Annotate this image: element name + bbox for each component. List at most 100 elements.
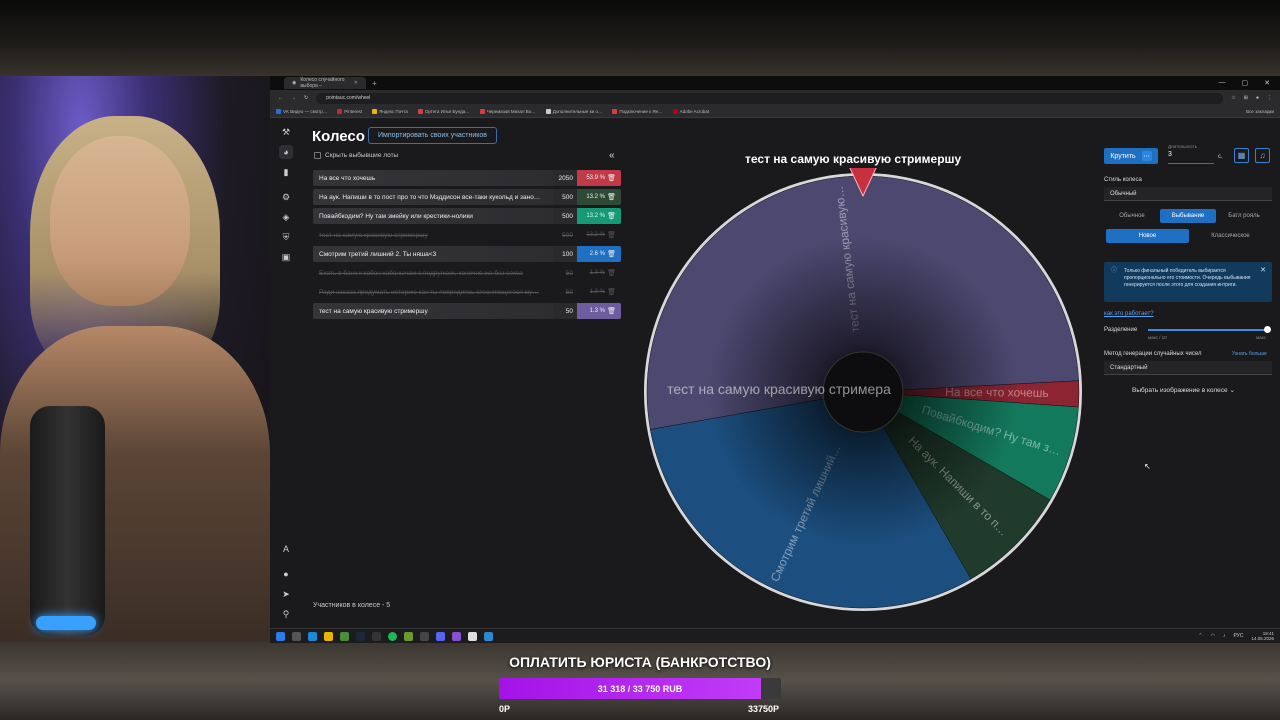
- forward-icon[interactable]: →: [291, 95, 296, 101]
- music-icon[interactable]: ♫: [1255, 148, 1270, 163]
- app-icon[interactable]: [372, 631, 381, 641]
- info-alert: ⓘ Только финальный победитель выбирается…: [1104, 262, 1272, 302]
- browser-tab[interactable]: ◉ Колесо случайного выбора – ✕: [284, 77, 366, 89]
- history-icon[interactable]: ▣: [279, 250, 293, 264]
- bookmark[interactable]: Дополнительные ки о…: [545, 109, 602, 114]
- extensions-icon[interactable]: ⊞: [1244, 95, 1248, 101]
- wifi-icon[interactable]: ◠: [1211, 633, 1215, 639]
- layers-icon[interactable]: ◈: [279, 210, 293, 224]
- yandex-icon[interactable]: [468, 631, 477, 641]
- github-icon[interactable]: ●: [279, 567, 293, 581]
- lot-row[interactable]: Смотрим третий лишний 2. Ты няша<3 100 2.6…: [313, 246, 621, 262]
- translate-icon[interactable]: A: [279, 542, 293, 556]
- obs-icon[interactable]: [420, 631, 429, 641]
- bookmark[interactable]: Подключение к Ян…: [612, 109, 663, 114]
- lot-row[interactable]: Ради заказа продумать историю как ты пов…: [313, 284, 621, 300]
- all-bookmarks-label: Все закладки: [1246, 109, 1274, 114]
- user-icon[interactable]: ⚲: [279, 607, 293, 621]
- app-icon[interactable]: [404, 631, 413, 641]
- lot-list: На все что хочешь 2050 53.9 % 🗑 На аук. Напи…: [313, 170, 621, 322]
- shield-icon[interactable]: ⛨: [279, 230, 293, 244]
- close-tab-icon[interactable]: ✕: [354, 80, 358, 86]
- delete-icon[interactable]: 🗑: [607, 269, 616, 277]
- wheel-icon[interactable]: ◕: [279, 145, 293, 159]
- start-icon[interactable]: [276, 631, 285, 641]
- delete-icon[interactable]: 🗑: [607, 307, 616, 315]
- mode-normal[interactable]: Обычное: [1104, 209, 1160, 223]
- all-bookmarks[interactable]: Все закладки: [1246, 109, 1274, 114]
- submode-new[interactable]: Новое: [1106, 229, 1189, 243]
- hide-eliminated-label: Скрыть выбывшие лоты: [325, 152, 399, 159]
- submode-classic[interactable]: Классическое: [1189, 229, 1272, 243]
- delete-icon[interactable]: 🗑: [607, 193, 616, 201]
- minimize-icon[interactable]: —: [1219, 79, 1226, 87]
- explorer-icon[interactable]: [324, 631, 333, 641]
- lot-row[interactable]: Ехать в банк к кабан кабанычам с подругк…: [313, 265, 621, 281]
- task-view-icon[interactable]: [292, 631, 301, 641]
- donation-goal-progress: 31 318 / 33 750 RUB: [597, 683, 683, 694]
- spin-button[interactable]: Крутить ⋯: [1104, 148, 1158, 164]
- wheel-image-dropdown[interactable]: Выбрать изображение в колесе ⌄: [1132, 386, 1235, 394]
- split-slider[interactable]: [1148, 326, 1271, 333]
- discord-icon[interactable]: [436, 631, 445, 641]
- chrome-icon[interactable]: [340, 631, 349, 641]
- bookmark[interactable]: Яндекс Почта: [371, 109, 408, 114]
- app-icon[interactable]: [452, 631, 461, 641]
- delete-icon[interactable]: 🗑: [607, 174, 616, 182]
- star-icon[interactable]: ☆: [1231, 95, 1235, 101]
- delete-icon[interactable]: 🗑: [607, 212, 616, 220]
- menu-icon[interactable]: ⋮: [1267, 95, 1272, 101]
- grid-icon[interactable]: ▦: [1234, 148, 1249, 163]
- maximize-icon[interactable]: ▢: [1242, 79, 1249, 87]
- bookmark[interactable]: Черемазов Михал Во…: [479, 109, 536, 114]
- lot-name: тест на самую красивую стримершу: [319, 307, 428, 315]
- spin-options-icon[interactable]: ⋯: [1141, 151, 1152, 161]
- reload-icon[interactable]: ↻: [304, 95, 308, 101]
- delete-icon[interactable]: 🗑: [607, 288, 616, 296]
- new-tab-icon[interactable]: +: [372, 79, 377, 88]
- lot-row[interactable]: тест на самую красивую стримершу 500 13.2 …: [313, 227, 621, 243]
- lot-row[interactable]: тест на самую красивую стримершу 50 1.3 % 🗑: [313, 303, 621, 319]
- settings-icon[interactable]: ⚙: [279, 190, 293, 204]
- bookmark[interactable]: Ортега Илья Бунда…: [417, 109, 470, 114]
- how-it-works-link[interactable]: как это работает?: [1104, 311, 1154, 317]
- profile-icon[interactable]: ●: [1256, 95, 1259, 101]
- import-participants-button[interactable]: Импортировать своих участников: [368, 127, 498, 144]
- rng-learn-more-link[interactable]: Узнать больше: [1232, 351, 1267, 357]
- back-icon[interactable]: ←: [278, 95, 283, 101]
- split-slider-knob[interactable]: [1264, 326, 1271, 333]
- close-alert-icon[interactable]: ✕: [1260, 267, 1266, 274]
- window-controls: — ▢ ✕: [1219, 79, 1280, 87]
- telegram-icon[interactable]: ➤: [279, 587, 293, 601]
- rng-select[interactable]: Стандартный: [1104, 361, 1272, 375]
- edge-icon[interactable]: [308, 631, 317, 641]
- url-field[interactable]: pointauc.com/wheel: [316, 92, 1224, 104]
- wheel-style-select[interactable]: Обычный: [1104, 187, 1272, 201]
- clock[interactable]: 19:41 14.05.2026: [1251, 631, 1274, 641]
- mode-battle-royale[interactable]: Батл рояль: [1216, 209, 1272, 223]
- lot-row[interactable]: Повайбкодим? Ну там змейку или крестики-…: [313, 208, 621, 224]
- bookmark[interactable]: Adobe Acrobat: [672, 109, 709, 114]
- duration-field[interactable]: Длительность 3: [1168, 144, 1214, 164]
- delete-icon[interactable]: 🗑: [607, 250, 616, 258]
- collapse-icon[interactable]: «: [609, 150, 615, 161]
- tray-arrow-icon[interactable]: ⌃: [1198, 633, 1202, 639]
- split-min-label: макс / 10: [1148, 335, 1167, 340]
- language-indicator[interactable]: РУС: [1233, 633, 1243, 639]
- auction-icon[interactable]: ⚒: [279, 125, 293, 139]
- bookmark[interactable]: Pinterest: [337, 109, 362, 114]
- steam-icon[interactable]: [356, 631, 365, 641]
- spotify-icon[interactable]: [388, 631, 397, 641]
- telegram-taskbar-icon[interactable]: [484, 631, 493, 641]
- volume-icon[interactable]: ♪: [1223, 633, 1226, 639]
- lot-row[interactable]: На аук. Напиши в то пост про то что Мэдд…: [313, 189, 621, 205]
- close-window-icon[interactable]: ✕: [1264, 79, 1270, 87]
- stats-icon[interactable]: ▮: [279, 165, 293, 179]
- bookmark[interactable]: VK Видео — смотр…: [276, 109, 327, 114]
- mode-elimination[interactable]: Выбывание: [1160, 209, 1216, 223]
- wheel[interactable]: тест на самую красивую…На все что хочешь…: [642, 168, 1084, 618]
- delete-icon[interactable]: 🗑: [607, 231, 616, 239]
- hide-eliminated-toggle[interactable]: Скрыть выбывшие лоты: [314, 152, 398, 159]
- checkbox[interactable]: [314, 152, 321, 159]
- lot-row[interactable]: На все что хочешь 2050 53.9 % 🗑: [313, 170, 621, 186]
